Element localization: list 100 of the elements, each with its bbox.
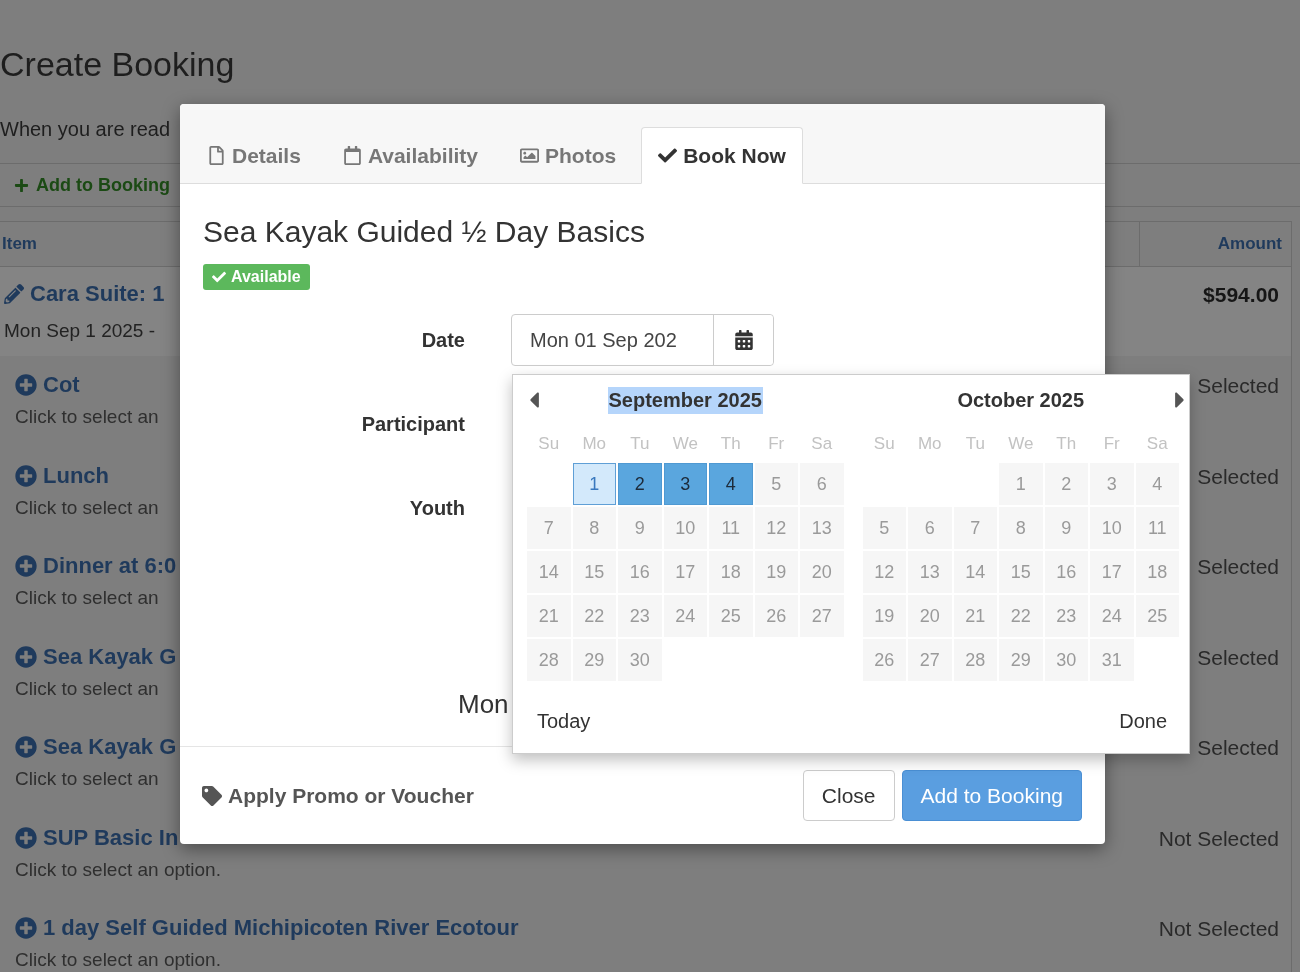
day-cell[interactable]: 27 [908,639,952,681]
day-cell[interactable]: 26 [754,595,798,637]
day-cell[interactable]: 30 [618,639,662,681]
availability-badge: Available [203,264,310,290]
weekday-label: Th [1055,433,1078,455]
day-cell[interactable]: 29 [572,639,616,681]
day-cell[interactable]: 16 [1044,551,1088,593]
day-cell[interactable]: 17 [663,551,707,593]
option-status: Not Selected [1158,826,1279,851]
option-link[interactable]: Sea Kayak G [15,734,177,760]
day-cell[interactable]: 20 [800,551,844,593]
day-cell[interactable]: 5 [754,463,798,505]
day-cell[interactable]: 7 [527,507,571,549]
day-cell[interactable]: 18 [709,551,753,593]
promo-link[interactable]: Apply Promo or Voucher [202,783,474,808]
day-cell[interactable]: 1 [572,463,616,505]
option-hint: Click to select an [15,406,159,427]
day-cell[interactable]: 31 [1090,639,1134,681]
day-cell[interactable]: 27 [800,595,844,637]
day-cell[interactable]: 2 [1044,463,1088,505]
day-cell[interactable]: 21 [527,595,571,637]
column-header: Amount [1139,222,1291,266]
column-header: Item [1,234,38,254]
day-cell[interactable]: 24 [1090,595,1134,637]
day-cell[interactable]: 6 [908,507,952,549]
day-cell[interactable]: 20 [908,595,952,637]
day-cell[interactable]: 26 [862,639,906,681]
tab[interactable]: Book Now [641,127,803,184]
option-link[interactable]: SUP Basic In [15,824,179,851]
day-cell[interactable]: 25 [1135,595,1179,637]
option-link[interactable]: Cot [15,372,80,398]
day-cell[interactable]: 4 [709,463,753,505]
day-cell[interactable]: 30 [1044,639,1088,681]
option-hint: Click to select an [15,587,159,608]
page-title: Create Booking [0,44,235,84]
day-cell[interactable]: 18 [1135,551,1179,593]
month-title: September 2025 [607,386,763,414]
day-cell[interactable]: 23 [618,595,662,637]
option-link[interactable]: Dinner at 6:0 [15,553,177,579]
day-cell[interactable]: 12 [754,507,798,549]
calendar-icon [733,330,754,350]
day-cell[interactable]: 9 [618,507,662,549]
day-cell[interactable]: 3 [1090,463,1134,505]
day-cell[interactable]: 11 [1135,507,1179,549]
day-cell[interactable]: 3 [663,463,707,505]
option-link[interactable]: Sea Kayak G [15,643,177,670]
add-to-booking-button[interactable]: Add to Booking [901,770,1082,821]
today-button[interactable]: Today [537,709,591,733]
day-cell[interactable]: 2 [618,463,662,505]
field-label: Participant [360,412,465,436]
day-cell[interactable]: 11 [709,507,753,549]
day-cell[interactable]: 21 [953,595,997,637]
day-cell[interactable]: 1 [999,463,1043,505]
day-cell[interactable]: 14 [527,551,571,593]
add-to-booking-link[interactable]: Add to Booking [14,174,170,196]
day-cell[interactable]: 10 [1090,507,1134,549]
day-cell[interactable]: 15 [572,551,616,593]
tab[interactable]: Photos [503,127,634,184]
calendar-button[interactable] [713,315,773,365]
day-cell[interactable]: 24 [663,595,707,637]
day-cell[interactable]: 19 [862,595,906,637]
day-cell[interactable]: 19 [754,551,798,593]
day-cell[interactable]: 23 [1044,595,1088,637]
day-cell[interactable]: 13 [908,551,952,593]
booked-item-link[interactable]: Cara Suite: 1 [4,281,165,307]
intro-text: When you are read [0,117,171,141]
day-cell[interactable]: 22 [572,595,616,637]
day-cell[interactable]: 7 [953,507,997,549]
image-icon [520,146,539,165]
option-link[interactable]: Lunch [15,462,109,489]
tab[interactable]: Availability [325,127,495,184]
option-status: Selected [1197,736,1279,760]
field-label: Youth [408,496,465,520]
day-cell[interactable]: 14 [953,551,997,593]
day-cell[interactable]: 28 [953,639,997,681]
day-cell[interactable]: 17 [1090,551,1134,593]
day-cell[interactable]: 5 [862,507,906,549]
tab[interactable]: Details [190,127,318,184]
day-cell[interactable]: 8 [572,507,616,549]
done-button[interactable]: Done [1119,709,1167,733]
plus-icon [14,177,29,193]
day-cell[interactable]: 8 [999,507,1043,549]
day-cell[interactable]: 16 [618,551,662,593]
month-title: October 2025 [956,387,1086,413]
day-cell[interactable]: 6 [800,463,844,505]
close-button[interactable]: Close [802,770,895,821]
day-cell[interactable]: 4 [1135,463,1179,505]
day-cell[interactable]: 29 [999,639,1043,681]
option-link[interactable]: 1 day Self Guided Michipicoten River Ecotour [15,915,519,941]
day-cell[interactable]: 9 [1044,507,1088,549]
day-cell[interactable]: 10 [663,507,707,549]
day-cell[interactable]: 22 [999,595,1043,637]
option-hint: Click to select an option. [15,858,221,880]
day-cell[interactable]: 13 [800,507,844,549]
day-cell[interactable]: 28 [527,639,571,681]
weekday-label: We [1007,433,1035,455]
day-cell[interactable]: 12 [862,551,906,593]
day-cell[interactable]: 25 [709,595,753,637]
date-field[interactable]: Mon 01 Sep 202 [511,314,774,366]
day-cell[interactable]: 15 [999,551,1043,593]
